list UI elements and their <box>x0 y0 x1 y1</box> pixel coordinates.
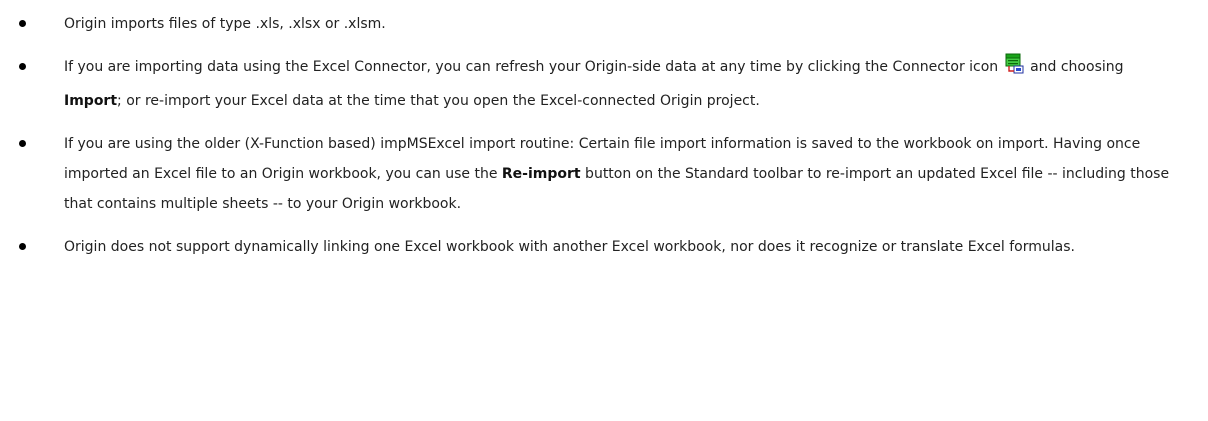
bullet-text: Origin does not support dynamically link… <box>64 239 1075 255</box>
bullet-text: Origin imports files of type .xls, .xlsx… <box>64 16 386 32</box>
list-item: Origin does not support dynamically link… <box>0 232 1208 262</box>
list-item: Origin imports files of type .xls, .xlsx… <box>0 9 1208 39</box>
bullet-dot <box>19 140 26 147</box>
bullet-text-part: and choosing <box>1025 59 1124 75</box>
connector-icon <box>1005 53 1025 86</box>
reimport-label: Re-import <box>501 166 581 182</box>
list-item: If you are using the older (X-Function b… <box>0 129 1208 219</box>
bullet-text-part: ; or re-import your Excel data at the ti… <box>117 93 760 109</box>
bullet-dot <box>19 63 26 70</box>
bullet-list: Origin imports files of type .xls, .xlsx… <box>0 9 1208 262</box>
bullet-text-part: If you are importing data using the Exce… <box>64 59 1003 75</box>
bullet-dot <box>19 20 26 27</box>
import-label: Import <box>64 93 118 109</box>
list-item: If you are importing data using the Exce… <box>0 52 1208 116</box>
bullet-dot <box>19 243 26 250</box>
